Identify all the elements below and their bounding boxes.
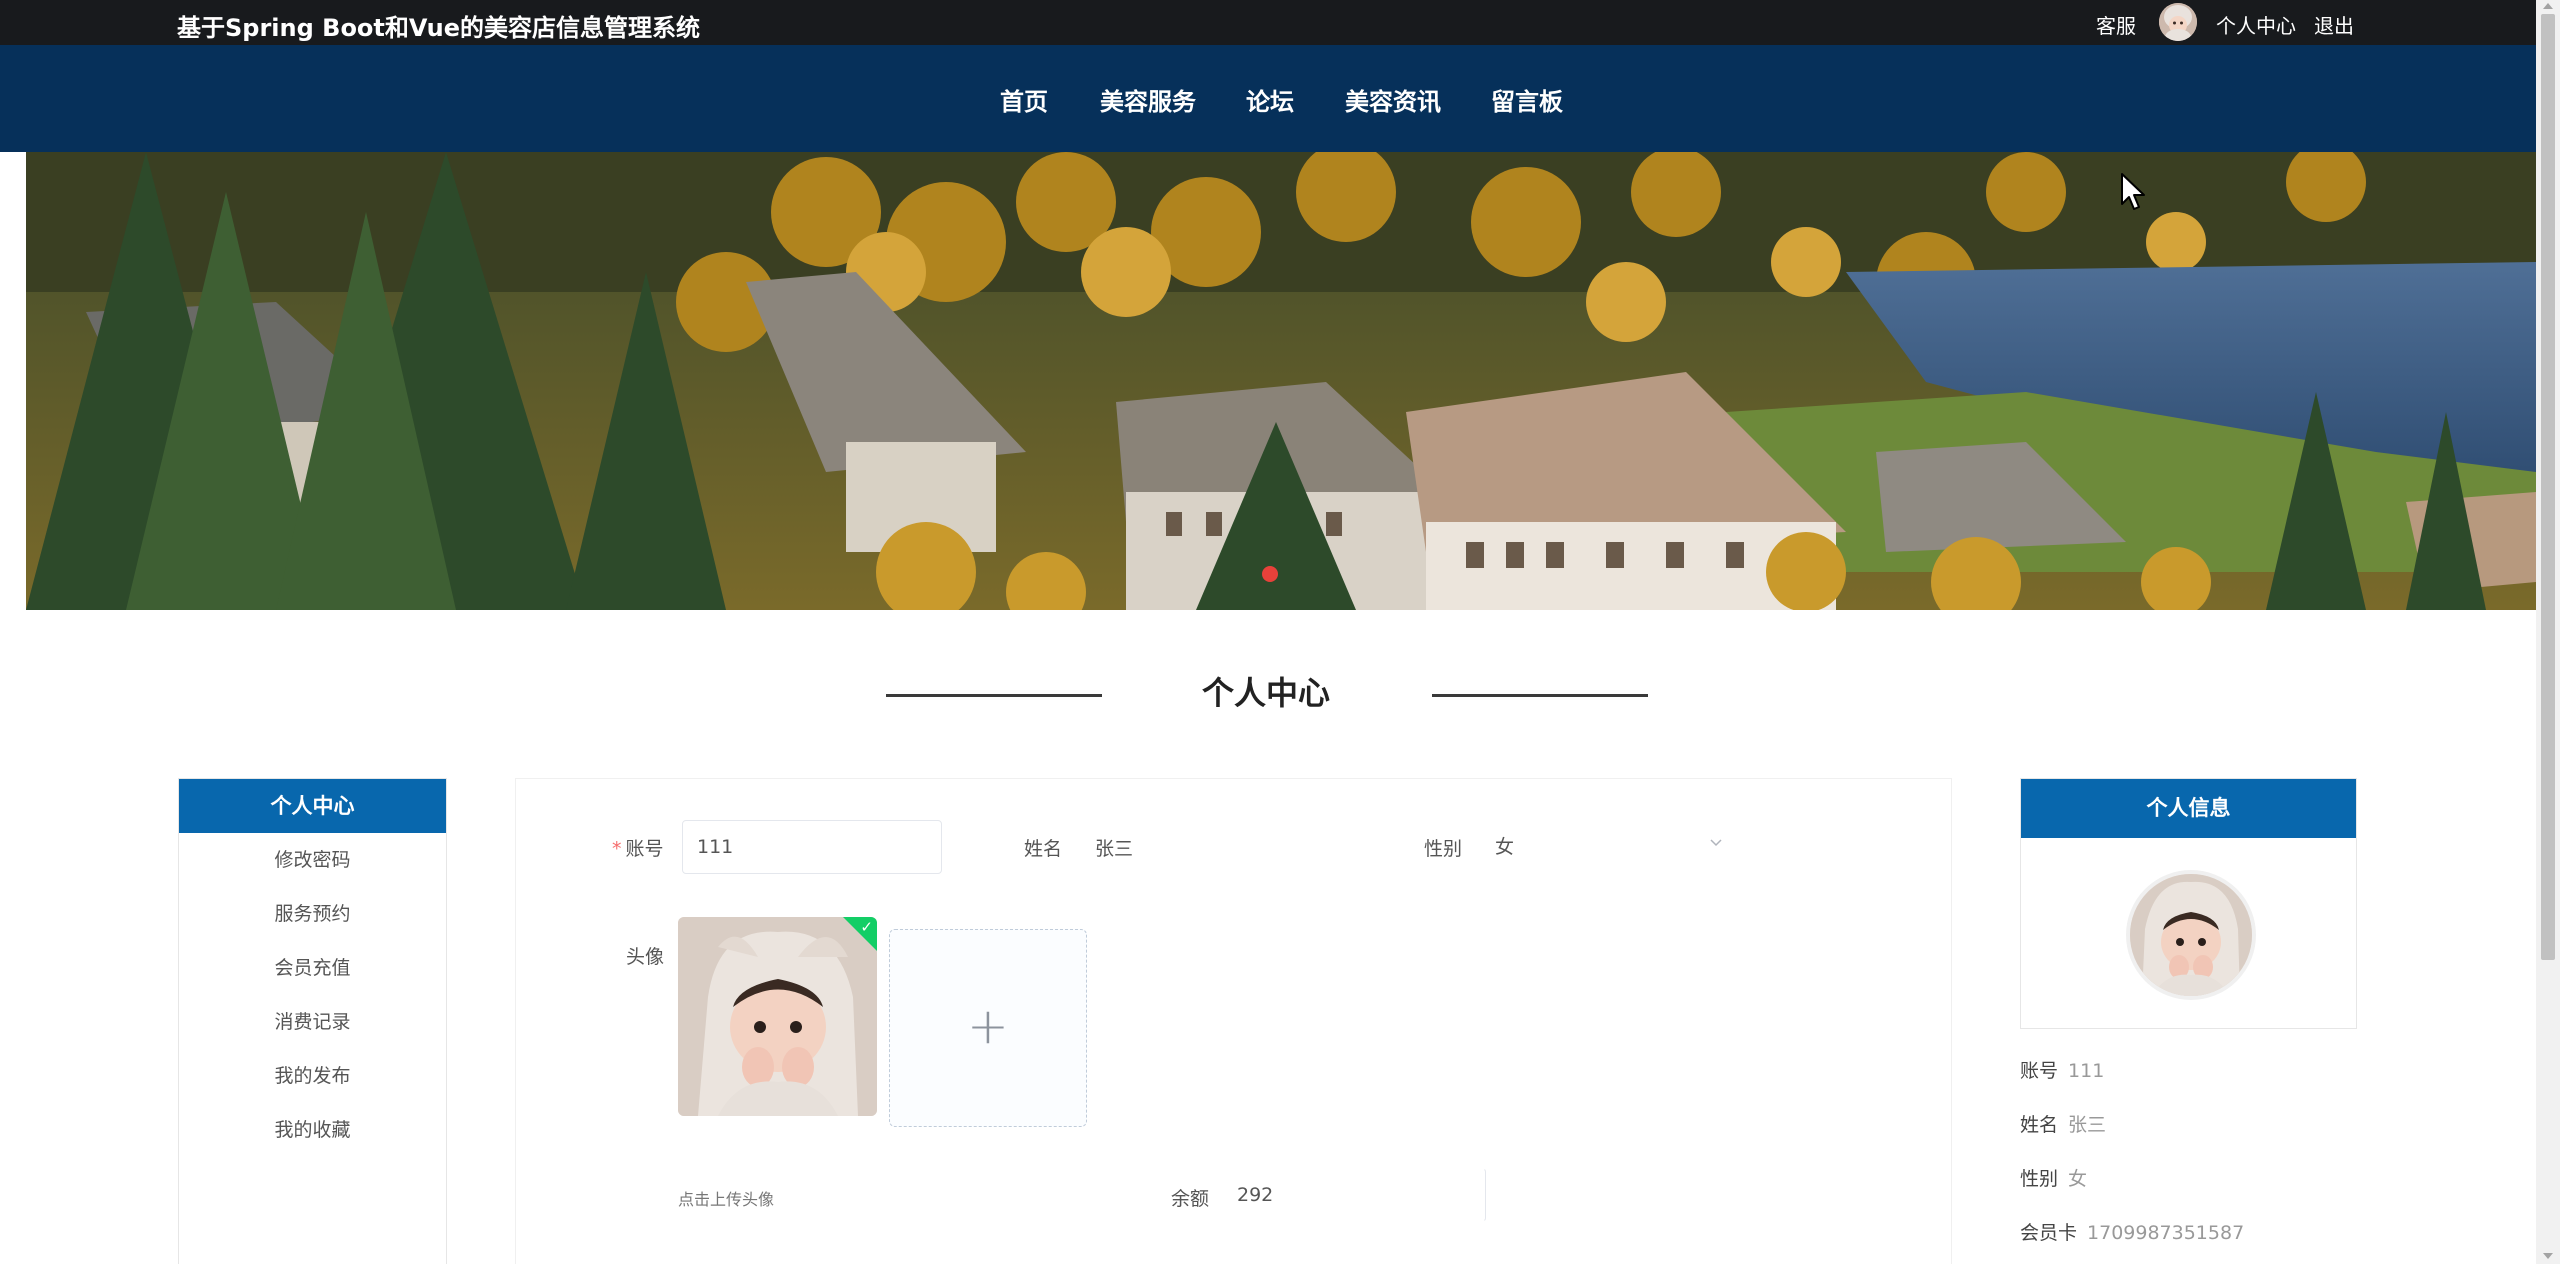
scroll-up-arrow-icon[interactable] (2543, 3, 2553, 9)
name-input[interactable] (1080, 820, 1340, 874)
nav-item-message-board[interactable]: 留言板 (1491, 82, 1563, 117)
sidebar-title[interactable]: 个人中心 (179, 779, 446, 833)
account-input[interactable] (682, 820, 942, 874)
mouse-cursor-icon (2120, 172, 2146, 212)
sidebar-item-change-password[interactable]: 修改密码 (179, 833, 446, 887)
sidebar-item-consumption-records[interactable]: 消费记录 (179, 995, 446, 1049)
top-bar: 基于Spring Boot和Vue的美容店信息管理系统 (0, 0, 2536, 45)
nav-item-beauty-services[interactable]: 美容服务 (1100, 82, 1196, 117)
check-icon: ✓ (843, 917, 877, 951)
nav-item-home[interactable]: 首页 (1000, 82, 1048, 117)
chevron-down-icon[interactable] (1708, 834, 1724, 854)
info-gender-value: 女 (2068, 1168, 2088, 1190)
info-name-label: 姓名 (2020, 1114, 2059, 1136)
avatar-label: 头像 (626, 946, 665, 968)
page-title: 个人中心 (1201, 674, 1330, 712)
banner-carousel[interactable] (26, 152, 2536, 610)
logout-link[interactable]: 退出 (2314, 10, 2354, 39)
info-member-card-value: 1709987351587 (2087, 1222, 2245, 1244)
upload-avatar-tip: 点击上传头像 (678, 1190, 775, 1209)
heading-divider-left (886, 694, 1102, 697)
nav-item-beauty-news[interactable]: 美容资讯 (1345, 82, 1441, 117)
info-member-card-label: 会员卡 (2020, 1222, 2078, 1244)
banner-image (26, 152, 2536, 610)
info-card-avatar (2126, 870, 2256, 1000)
info-gender-row: 性别女 (2020, 1164, 2087, 1191)
info-card-title: 个人信息 (2021, 779, 2356, 838)
required-mark: * (612, 838, 622, 860)
account-label: * 账号 (612, 838, 664, 860)
main-nav: 首页 美容服务 论坛 美容资讯 留言板 (0, 45, 2536, 152)
balance-input[interactable] (1222, 1168, 1486, 1222)
info-name-row: 姓名 张三 (2020, 1110, 2106, 1137)
user-center-sidebar: 个人中心 修改密码 服务预约 会员充值 消费记录 我的发布 我的收藏 (178, 778, 447, 1264)
name-label: 姓名 (1024, 838, 1063, 860)
sidebar-item-my-posts[interactable]: 我的发布 (179, 1049, 446, 1103)
info-account-value: 111 (2068, 1060, 2105, 1082)
gender-select[interactable]: 女 (1480, 820, 1740, 874)
scroll-down-arrow-icon[interactable] (2543, 1253, 2553, 1259)
balance-label: 余额 (1171, 1188, 1210, 1210)
sidebar-item-member-recharge[interactable]: 会员充值 (179, 941, 446, 995)
info-member-card-row: 会员卡 1709987351587 (2020, 1218, 2244, 1245)
heading-divider-right (1432, 694, 1648, 697)
carousel-indicator-dot[interactable] (1262, 566, 1278, 582)
info-name-value: 张三 (2068, 1114, 2107, 1136)
avatar-upload-button[interactable]: + (889, 929, 1087, 1127)
page-scrollbar[interactable] (2536, 0, 2560, 1264)
avatar-preview[interactable]: ✓ (678, 917, 877, 1116)
info-gender-label: 性别 (2020, 1168, 2059, 1190)
info-account-row: 账号 111 (2020, 1056, 2104, 1083)
plus-icon: + (967, 997, 1009, 1055)
nav-item-forum[interactable]: 论坛 (1246, 82, 1294, 117)
user-avatar[interactable] (2159, 3, 2197, 41)
info-account-label: 账号 (2020, 1060, 2059, 1082)
profile-info-card: 个人信息 (2020, 778, 2357, 1029)
sidebar-item-my-favorites[interactable]: 我的收藏 (179, 1103, 446, 1157)
user-center-link[interactable]: 个人中心 (2216, 10, 2296, 39)
scroll-thumb[interactable] (2541, 14, 2555, 960)
gender-select-value: 女 (1495, 836, 1515, 858)
gender-label: 性别 (1424, 838, 1463, 860)
site-title: 基于Spring Boot和Vue的美容店信息管理系统 (177, 14, 700, 42)
customer-service-link[interactable]: 客服 (2096, 10, 2136, 39)
sidebar-item-service-booking[interactable]: 服务预约 (179, 887, 446, 941)
